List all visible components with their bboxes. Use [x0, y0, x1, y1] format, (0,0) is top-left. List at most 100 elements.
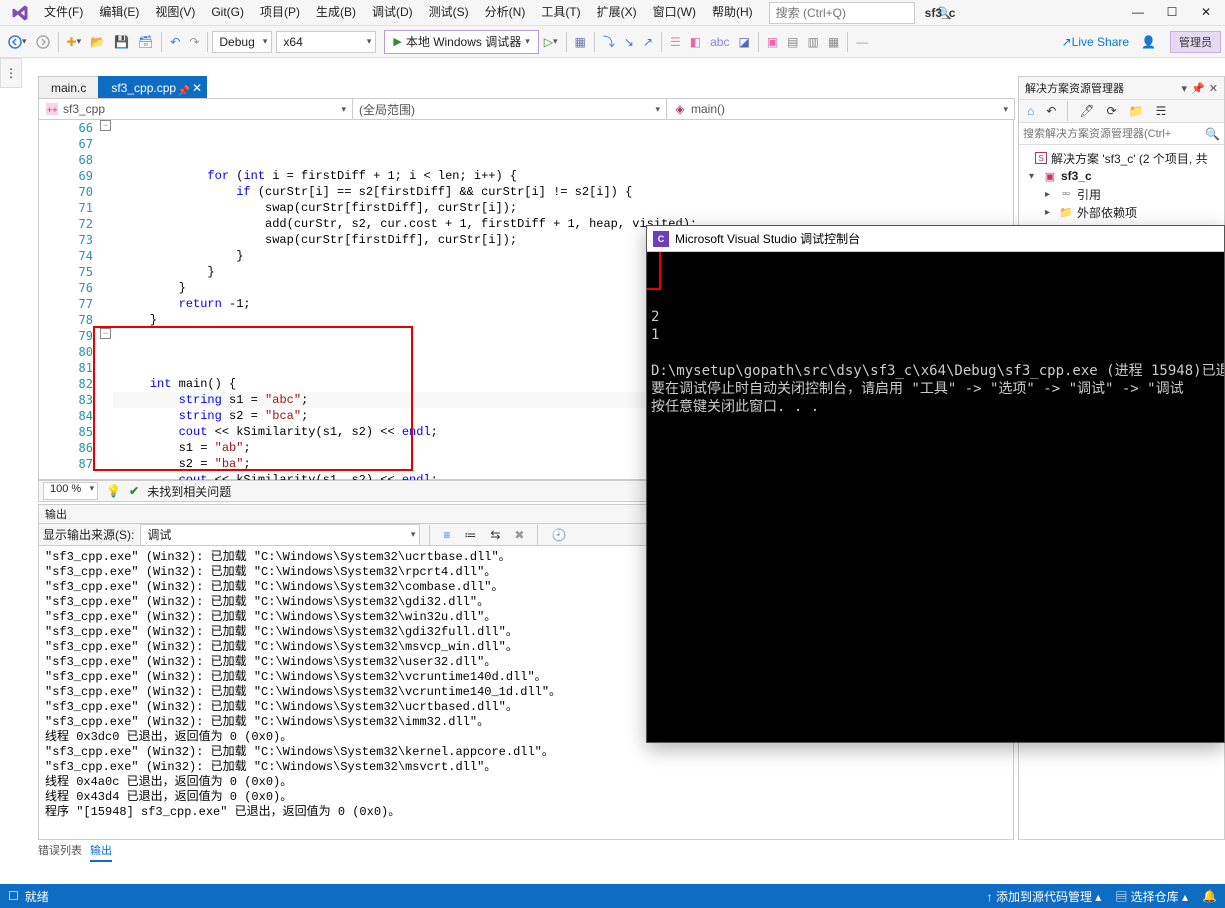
menu-git[interactable]: Git(G): [203, 0, 252, 25]
start-nodebug-button[interactable]: ▷▾: [540, 30, 562, 54]
sln-sync-button[interactable]: 🖊: [1075, 99, 1098, 123]
separator: [1067, 101, 1068, 121]
side-toolbox-icon[interactable]: ⋮: [0, 58, 22, 88]
new-project-button[interactable]: ✚▾: [63, 30, 86, 54]
zoom-combo[interactable]: 100 %: [43, 482, 98, 500]
toolbar-icon-2[interactable]: ▤: [783, 30, 802, 54]
menu-analyze[interactable]: 分析(N): [477, 0, 534, 25]
menu-debug[interactable]: 调试(D): [364, 0, 421, 25]
chevron-right-icon[interactable]: ▸: [1045, 207, 1055, 218]
maximize-button[interactable]: ☐: [1157, 0, 1187, 25]
step-over-button[interactable]: ⤵: [599, 30, 619, 54]
debug-console-window[interactable]: C Microsoft Visual Studio 调试控制台 2 1 D:\m…: [646, 225, 1225, 743]
output-find-button[interactable]: ≡: [439, 523, 454, 547]
line-number-gutter: 6667686970717273747576777879808182838485…: [39, 120, 99, 479]
output-source-label: 显示输出来源(S):: [43, 526, 134, 543]
sln-search-input[interactable]: [1023, 128, 1205, 140]
live-share-button[interactable]: ↗ Live Share: [1058, 30, 1133, 54]
start-debug-button[interactable]: ▶本地 Windows 调试器▾: [384, 30, 538, 54]
nav-fwd-button[interactable]: [32, 30, 54, 54]
menu-window[interactable]: 窗口(W): [645, 0, 704, 25]
save-all-button[interactable]: 🗃: [134, 30, 157, 54]
redo-button[interactable]: ↷: [185, 30, 203, 54]
minimize-button[interactable]: —: [1123, 0, 1153, 25]
sln-pin-icon[interactable]: 📌: [1191, 82, 1205, 95]
platform-combo[interactable]: x64: [276, 31, 376, 53]
feedback-button[interactable]: 👤: [1137, 30, 1160, 54]
tool-icon[interactable]: ▦: [571, 30, 590, 54]
separator: [566, 32, 567, 52]
folder-icon: 📁: [1059, 205, 1073, 219]
menu-edit[interactable]: 编辑(E): [91, 0, 147, 25]
separator: [537, 525, 538, 545]
menu-view[interactable]: 视图(V): [147, 0, 203, 25]
sln-close-icon[interactable]: ✕: [1209, 82, 1218, 95]
scope-combo[interactable]: ++sf3_cpp: [38, 98, 353, 120]
menu-test[interactable]: 测试(S): [421, 0, 477, 25]
play-icon: ▶: [393, 35, 401, 48]
menu-project[interactable]: 项目(P): [252, 0, 308, 25]
output-wrap-button[interactable]: ⇆: [486, 523, 504, 547]
sln-title-bar: 解决方案资源管理器 ▾📌 ✕: [1019, 77, 1224, 99]
undo-button[interactable]: ↶: [166, 30, 184, 54]
search-icon: 🔍: [1205, 127, 1220, 141]
output-lock-button[interactable]: 🕘: [547, 523, 570, 547]
output-stop-button[interactable]: ✖: [510, 523, 528, 547]
tab-error-list[interactable]: 错误列表: [38, 842, 82, 862]
cpp-project-icon: ++: [45, 102, 59, 116]
save-button[interactable]: 💾: [110, 30, 133, 54]
menu-tools[interactable]: 工具(T): [533, 0, 588, 25]
status-source-control[interactable]: ↑ 添加到源代码管理 ▴: [987, 888, 1102, 905]
sln-home-icon[interactable]: ⌂: [1023, 99, 1038, 123]
menu-build[interactable]: 生成(B): [308, 0, 364, 25]
sln-showall-button[interactable]: 📁: [1125, 99, 1148, 123]
tab-close-button[interactable]: ✕: [192, 77, 202, 99]
close-button[interactable]: ✕: [1191, 0, 1221, 25]
chevron-down-icon[interactable]: ▾: [1029, 171, 1039, 182]
open-file-button[interactable]: 📂: [86, 30, 109, 54]
annotation-box: [647, 252, 661, 290]
console-title-bar[interactable]: C Microsoft Visual Studio 调试控制台: [647, 226, 1224, 252]
toolbar-icon-1[interactable]: ▣: [763, 30, 782, 54]
sln-search[interactable]: 🔍: [1019, 123, 1224, 145]
lightbulb-icon[interactable]: 💡: [106, 484, 121, 498]
format-button[interactable]: abc: [706, 30, 733, 54]
tab-main-c[interactable]: main.c: [38, 76, 99, 98]
menu-help[interactable]: 帮助(H): [704, 0, 761, 25]
title-buttons: — ☐ ✕: [1123, 0, 1221, 25]
sln-properties-button[interactable]: ☴: [1152, 99, 1171, 123]
bookmark-button[interactable]: ◪: [734, 30, 753, 54]
uncomment-button[interactable]: ◧: [686, 30, 705, 54]
tree-refs-node[interactable]: ▸▫▫引用: [1021, 185, 1222, 203]
tree-solution-node[interactable]: S解决方案 'sf3_c' (2 个项目, 共: [1021, 149, 1222, 167]
menu-extensions[interactable]: 扩展(X): [589, 0, 645, 25]
comment-button[interactable]: ☰: [666, 30, 685, 54]
config-combo[interactable]: Debug: [212, 31, 272, 53]
tree-project-node[interactable]: ▾▣sf3_c: [1021, 167, 1222, 185]
sln-collapse-button[interactable]: ↶: [1042, 99, 1060, 123]
global-search-input[interactable]: [770, 6, 937, 20]
console-output[interactable]: 2 1 D:\mysetup\gopath\src\dsy\sf3_c\x64\…: [647, 252, 1224, 742]
status-bell-icon[interactable]: 🔔: [1202, 889, 1217, 903]
sln-title-text: 解决方案资源管理器: [1025, 80, 1124, 96]
tree-ext-node[interactable]: ▸📁外部依赖项: [1021, 203, 1222, 221]
nav-back-button[interactable]: ▾: [4, 30, 31, 54]
namespace-combo[interactable]: (全局范围): [352, 98, 667, 120]
tab-sf3-cpp[interactable]: sf3_cpp.cpp📌✕: [98, 76, 207, 98]
global-search[interactable]: 🔍: [769, 2, 915, 24]
toolbar-icon-4[interactable]: ▦: [824, 30, 843, 54]
function-combo[interactable]: ◈main(): [666, 98, 1015, 120]
chevron-right-icon[interactable]: ▸: [1045, 189, 1055, 200]
tab-output[interactable]: 输出: [90, 842, 112, 862]
status-repo-picker[interactable]: ▤ 选择仓库 ▴: [1115, 888, 1188, 905]
toolbar-icon-5[interactable]: —: [852, 30, 872, 54]
sln-dropdown-icon[interactable]: ▾: [1182, 82, 1188, 95]
output-source-combo[interactable]: 调试: [140, 524, 420, 546]
sln-refresh-button[interactable]: ⟳: [1103, 99, 1121, 123]
menu-file[interactable]: 文件(F): [36, 0, 91, 25]
method-icon: ◈: [673, 102, 687, 116]
step-out-button[interactable]: ↗: [639, 30, 657, 54]
output-clear-button[interactable]: ≔: [460, 523, 480, 547]
toolbar-icon-3[interactable]: ▥: [804, 30, 823, 54]
step-into-button[interactable]: ↘: [620, 30, 638, 54]
